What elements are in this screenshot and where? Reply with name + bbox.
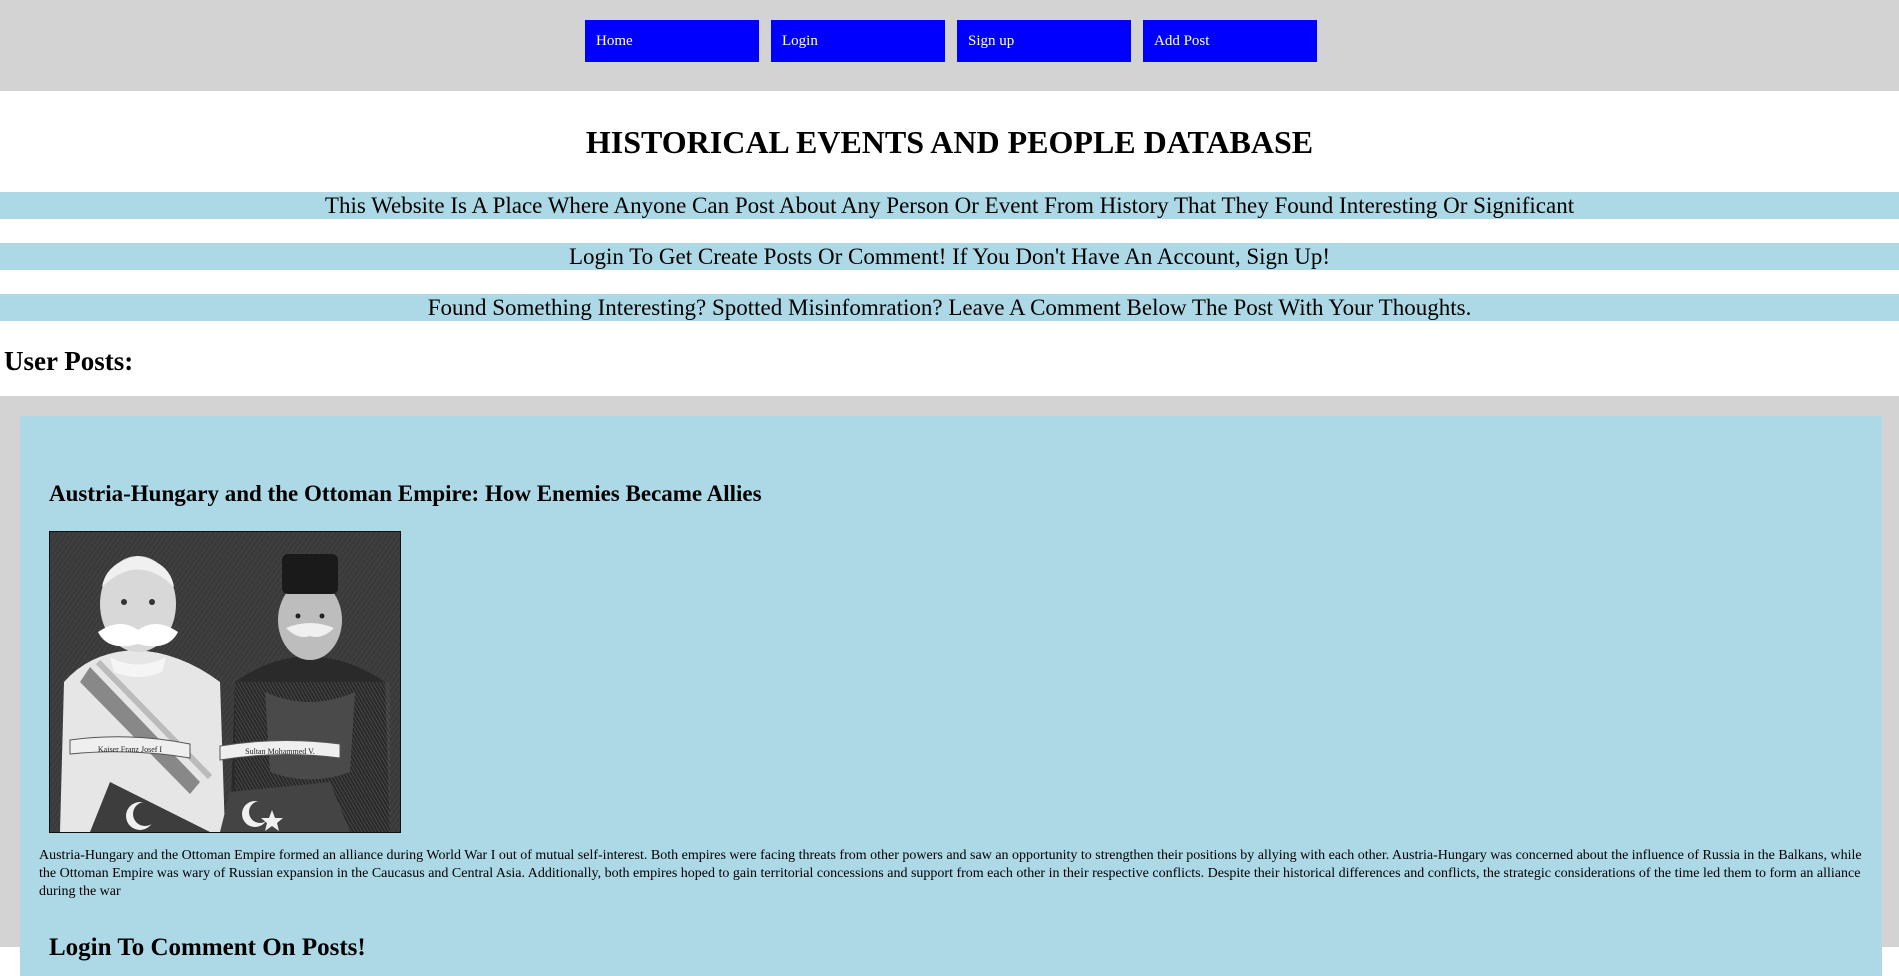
info-banner-login: Login To Get Create Posts Or Comment! If… xyxy=(0,243,1899,270)
nav-add-post-link[interactable]: Add Post xyxy=(1143,20,1317,62)
page-title: HISTORICAL EVENTS AND PEOPLE DATABASE xyxy=(585,124,1314,160)
ribbon-left-text: Kaiser Franz Josef I xyxy=(98,745,163,754)
user-posts-heading: User Posts: xyxy=(4,346,134,376)
top-navigation: Home Login Sign up Add Post xyxy=(0,0,1899,91)
post-title: Austria-Hungary and the Ottoman Empire: … xyxy=(49,481,762,506)
posts-container: Austria-Hungary and the Ottoman Empire: … xyxy=(0,396,1899,976)
nav-signup-link[interactable]: Sign up xyxy=(957,20,1131,62)
ribbon-right-text: Sultan Mohammed V. xyxy=(245,747,315,756)
info-banner-about: This Website Is A Place Where Anyone Can… xyxy=(0,192,1899,219)
post-body: Austria-Hungary and the Ottoman Empire f… xyxy=(39,848,1862,899)
info-banner-comment: Found Something Interesting? Spotted Mis… xyxy=(0,294,1899,321)
portrait-engraving: Kaiser Franz Josef I Sultan Mohammed V. xyxy=(50,532,400,832)
nav-login-link[interactable]: Login xyxy=(771,20,945,62)
comment-login-prompt: Login To Comment On Posts! xyxy=(49,934,366,961)
nav-home-link[interactable]: Home xyxy=(585,20,759,62)
post-image: Kaiser Franz Josef I Sultan Mohammed V. xyxy=(49,531,401,833)
post-card: Austria-Hungary and the Ottoman Empire: … xyxy=(20,416,1882,976)
